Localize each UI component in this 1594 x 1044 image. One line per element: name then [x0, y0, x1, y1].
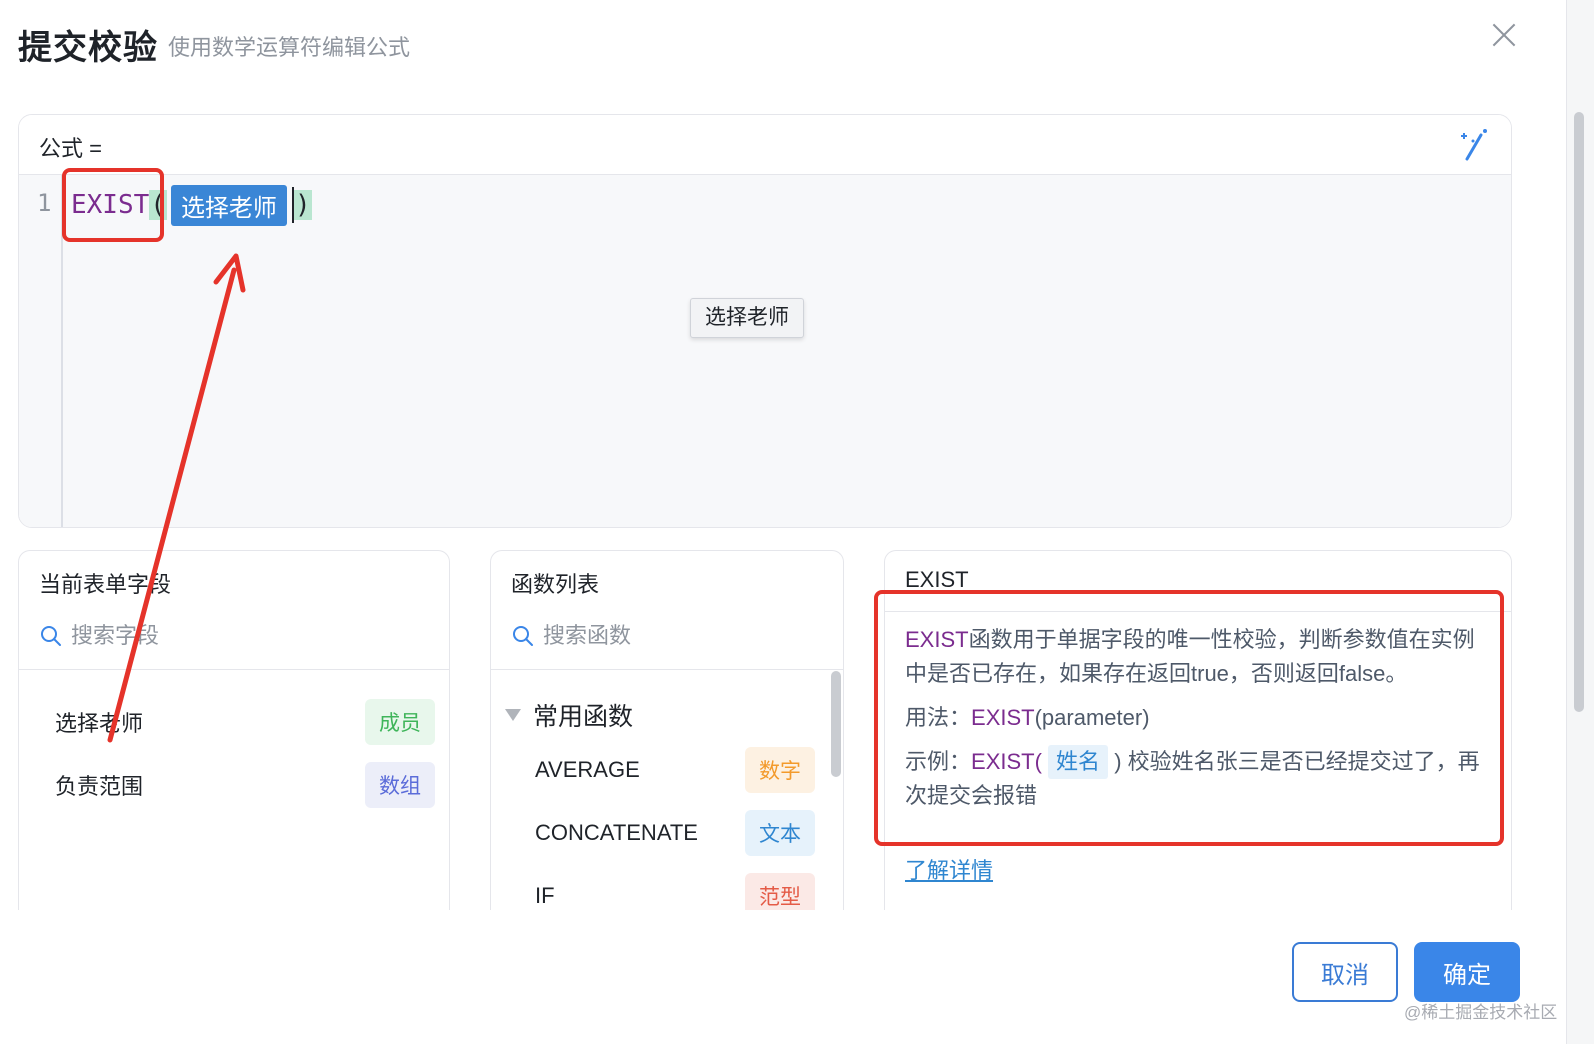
close-paren: )	[293, 190, 312, 220]
cancel-button[interactable]: 取消	[1292, 942, 1398, 1002]
search-icon	[39, 624, 63, 648]
watermark: @稀土掘金技术社区	[1404, 1003, 1558, 1022]
function-group-common[interactable]: 常用函数	[505, 697, 633, 733]
dialog-subtitle: 使用数学运算符编辑公式	[168, 35, 411, 60]
editor-gutter: 1	[19, 175, 63, 527]
fields-panel: 当前表单字段 选择老师 成员 负责范围 数组	[18, 550, 450, 910]
fields-panel-title: 当前表单字段	[39, 572, 172, 597]
field-search[interactable]	[39, 623, 391, 649]
function-group-label: 常用函数	[533, 703, 634, 731]
field-item-label: 选择老师	[55, 711, 144, 736]
function-item-label: AVERAGE	[535, 757, 640, 782]
example-label: 示例：	[905, 749, 972, 774]
function-item-if[interactable]: IF 范型	[535, 872, 815, 910]
type-tag-text: 文本	[745, 810, 815, 856]
type-tag-number: 数字	[745, 747, 815, 793]
function-item-concatenate[interactable]: CONCATENATE 文本	[535, 809, 815, 857]
example-chip: 姓名	[1048, 745, 1109, 779]
type-tag-member: 成员	[365, 699, 435, 745]
field-item-label: 负责范围	[55, 774, 144, 799]
scrollbar-thumb[interactable]	[1574, 112, 1584, 712]
field-item-scope[interactable]: 负责范围 数组	[55, 761, 435, 809]
type-tag-array: 数组	[365, 762, 435, 808]
function-search[interactable]	[511, 623, 803, 649]
description-text: EXIST函数用于单据字段的唯一性校验，判断参数值在实例中是否已存在，如果存在返…	[905, 623, 1495, 691]
function-item-label: CONCATENATE	[535, 820, 698, 845]
open-paren: (	[149, 190, 167, 220]
field-item-teacher[interactable]: 选择老师 成员	[55, 698, 435, 746]
description-title: EXIST	[905, 567, 969, 592]
description-keyword: EXIST	[905, 627, 969, 652]
usage-label: 用法：	[905, 705, 972, 730]
panel-divider	[491, 669, 843, 670]
formula-editor[interactable]: 1 EXIST(选择老师)	[19, 175, 1511, 527]
usage-args: (parameter)	[1034, 705, 1150, 730]
description-panel: EXIST EXIST函数用于单据字段的唯一性校验，判断参数值在实例中是否已存在…	[884, 550, 1512, 910]
function-item-average[interactable]: AVERAGE 数字	[535, 746, 815, 794]
magic-wand-icon[interactable]	[1459, 127, 1489, 163]
field-chip[interactable]: 选择老师	[170, 184, 287, 226]
formula-label: 公式 =	[39, 136, 102, 161]
panel-divider	[19, 669, 449, 670]
usage-function: EXIST	[971, 705, 1035, 730]
usage-line: 用法：EXIST(parameter)	[905, 701, 1495, 735]
functions-panel-title: 函数列表	[511, 572, 600, 597]
search-icon	[511, 624, 535, 648]
confirm-button[interactable]: 确定	[1414, 942, 1520, 1002]
function-name[interactable]: EXIST	[71, 190, 149, 220]
caret-down-icon	[505, 709, 521, 721]
type-tag-generic: 范型	[745, 873, 815, 910]
description-rest: 函数用于单据字段的唯一性校验，判断参数值在实例中是否已存在，如果存在返回true…	[905, 627, 1475, 686]
function-list-scrollbar[interactable]	[831, 671, 841, 777]
dialog-title: 提交校验	[18, 29, 158, 67]
description-body: EXIST函数用于单据字段的唯一性校验，判断参数值在实例中是否已存在，如果存在返…	[905, 623, 1495, 823]
line-number: 1	[37, 189, 52, 217]
panel-divider	[885, 611, 1511, 612]
field-tooltip: 选择老师	[690, 298, 804, 338]
formula-header: 公式 =	[19, 115, 1511, 175]
close-icon[interactable]	[1486, 18, 1522, 54]
code-line[interactable]: EXIST(选择老师)	[71, 184, 312, 226]
example-function: EXIST(	[971, 749, 1042, 774]
example-line: 示例：EXIST( 姓名 ) 校验姓名张三是否已经提交过了，再次提交会报错	[905, 745, 1495, 813]
function-item-label: IF	[535, 883, 555, 908]
field-search-input[interactable]	[71, 623, 391, 649]
learn-more-link[interactable]: 了解详情	[905, 853, 993, 885]
functions-panel: 函数列表 常用函数 AVERAGE 数字 CONCATENATE 文本 IF 范…	[490, 550, 844, 910]
function-search-input[interactable]	[543, 623, 803, 649]
